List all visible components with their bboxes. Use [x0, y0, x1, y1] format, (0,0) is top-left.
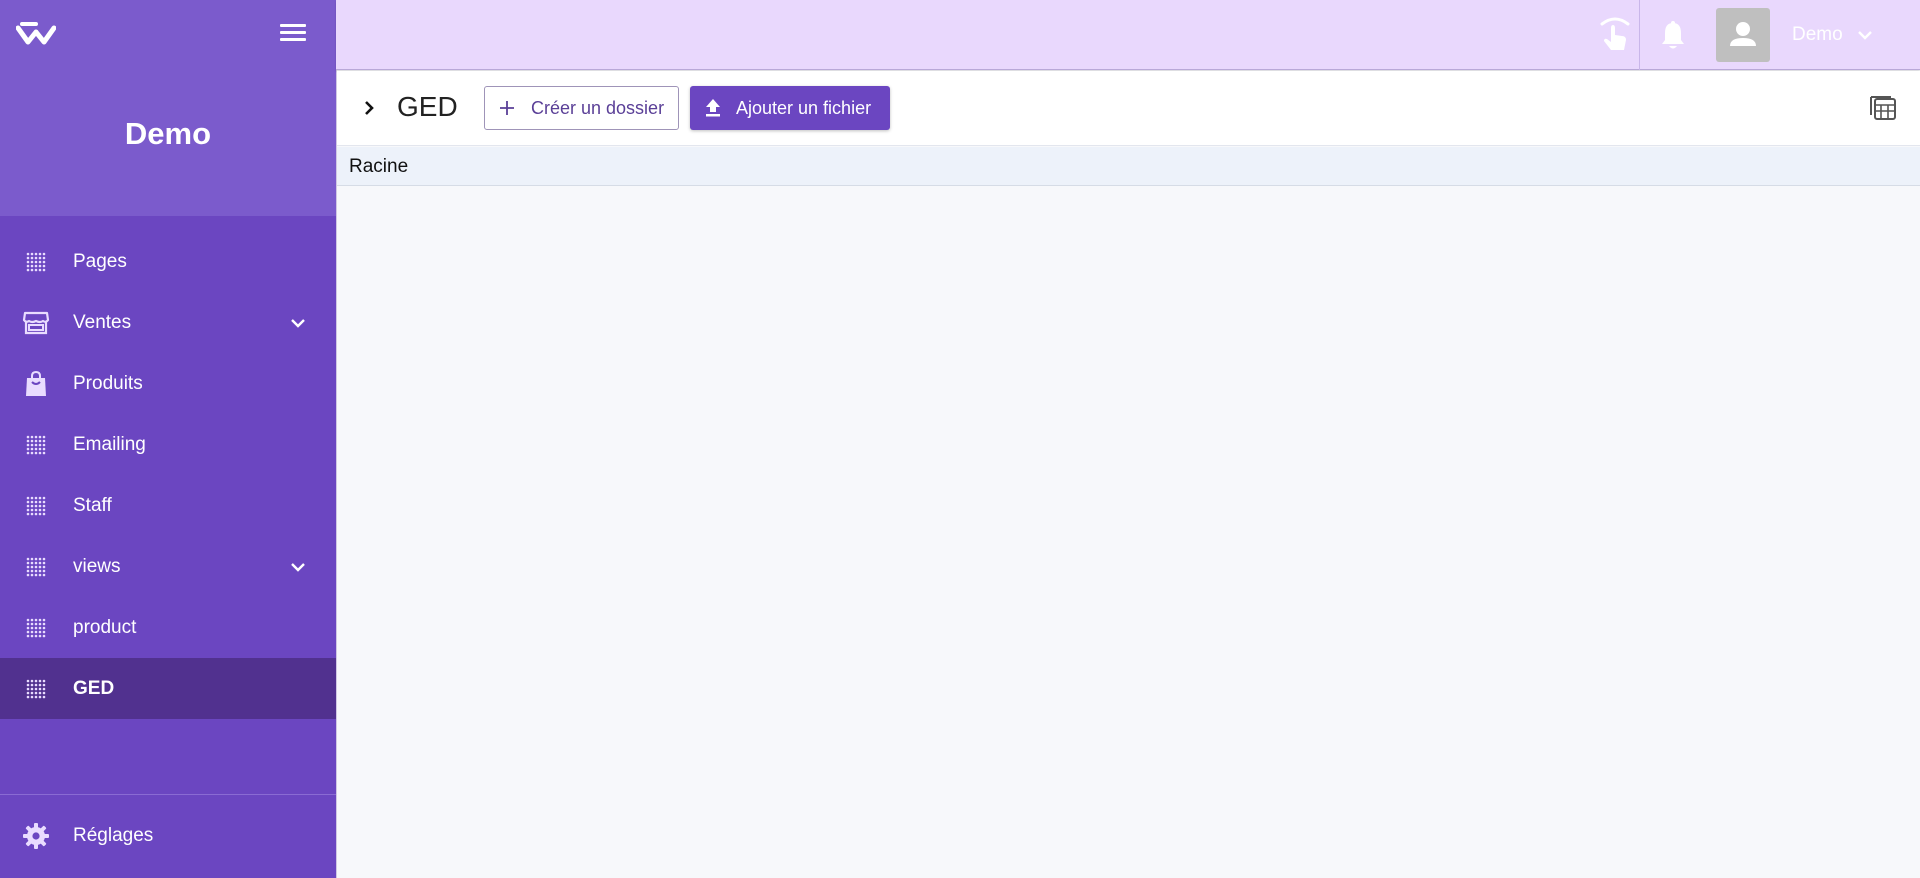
dots-grid-icon [22, 248, 50, 276]
breadcrumb-root[interactable]: Racine [349, 156, 408, 178]
app-logo-icon[interactable] [16, 20, 56, 50]
sidebar-item-produits[interactable]: Produits [0, 353, 336, 414]
chevron-down-icon[interactable] [288, 557, 308, 577]
upload-icon [706, 99, 720, 117]
sidebar-item-label: product [73, 616, 137, 638]
create-folder-label: Créer un dossier [531, 97, 665, 118]
sidebar-nav: Pages Ventes Produits Emailing Staff vie… [0, 231, 336, 719]
file-list-area [337, 187, 1920, 878]
sidebar-item-label: Staff [73, 494, 112, 516]
dots-grid-icon [22, 492, 50, 520]
topbar: Demo [336, 0, 1920, 70]
sidebar-item-label: GED [73, 677, 115, 699]
chevron-down-icon[interactable] [1856, 26, 1874, 44]
shopping-bag-icon [22, 370, 50, 398]
sidebar-divider [0, 794, 336, 795]
app-name: Demo [124, 116, 212, 151]
avatar[interactable] [1716, 8, 1770, 62]
page-toolbar: GED Créer un dossier Ajouter un fichier [337, 71, 1920, 146]
sidebar-item-label: Produits [73, 372, 143, 394]
sidebar: Demo Pages Ventes Produits Emailing Staf… [0, 0, 336, 878]
sidebar-item-ged[interactable]: GED [0, 658, 336, 719]
sidebar-item-product[interactable]: product [0, 597, 336, 658]
sidebar-header: Demo [0, 0, 336, 216]
gear-icon [22, 822, 50, 850]
touch-icon[interactable] [1598, 16, 1632, 54]
breadcrumb: Racine [337, 147, 1920, 186]
sidebar-item-pages[interactable]: Pages [0, 231, 336, 292]
sidebar-item-label: Ventes [73, 311, 132, 333]
create-folder-button[interactable]: Créer un dossier [484, 86, 679, 130]
sidebar-item-label: views [73, 555, 121, 577]
sidebar-item-ventes[interactable]: Ventes [0, 292, 336, 353]
menu-toggle-icon[interactable] [280, 24, 306, 46]
chevron-down-icon[interactable] [288, 313, 308, 333]
sidebar-item-label: Pages [73, 250, 127, 272]
settings-label: Réglages [73, 825, 154, 846]
add-file-label: Ajouter un fichier [736, 97, 872, 118]
sidebar-item-label: Emailing [73, 433, 146, 455]
dots-grid-icon [22, 431, 50, 459]
plus-icon [500, 101, 514, 115]
add-file-button[interactable]: Ajouter un fichier [690, 86, 890, 130]
dots-grid-icon [22, 675, 50, 703]
dots-grid-icon [22, 553, 50, 581]
page-title: GED [397, 91, 458, 122]
user-name[interactable]: Demo [1792, 24, 1843, 46]
table-view-icon[interactable] [1869, 93, 1897, 121]
sidebar-item-settings[interactable]: Réglages [0, 806, 336, 866]
sidebar-item-views[interactable]: views [0, 536, 336, 597]
sidebar-item-emailing[interactable]: Emailing [0, 414, 336, 475]
store-icon [22, 309, 50, 337]
chevron-right-icon[interactable] [359, 98, 379, 118]
bell-icon[interactable] [1658, 20, 1688, 52]
dots-grid-icon [22, 614, 50, 642]
user-icon [1730, 22, 1756, 46]
sidebar-item-staff[interactable]: Staff [0, 475, 336, 536]
topbar-separator [1639, 0, 1640, 70]
